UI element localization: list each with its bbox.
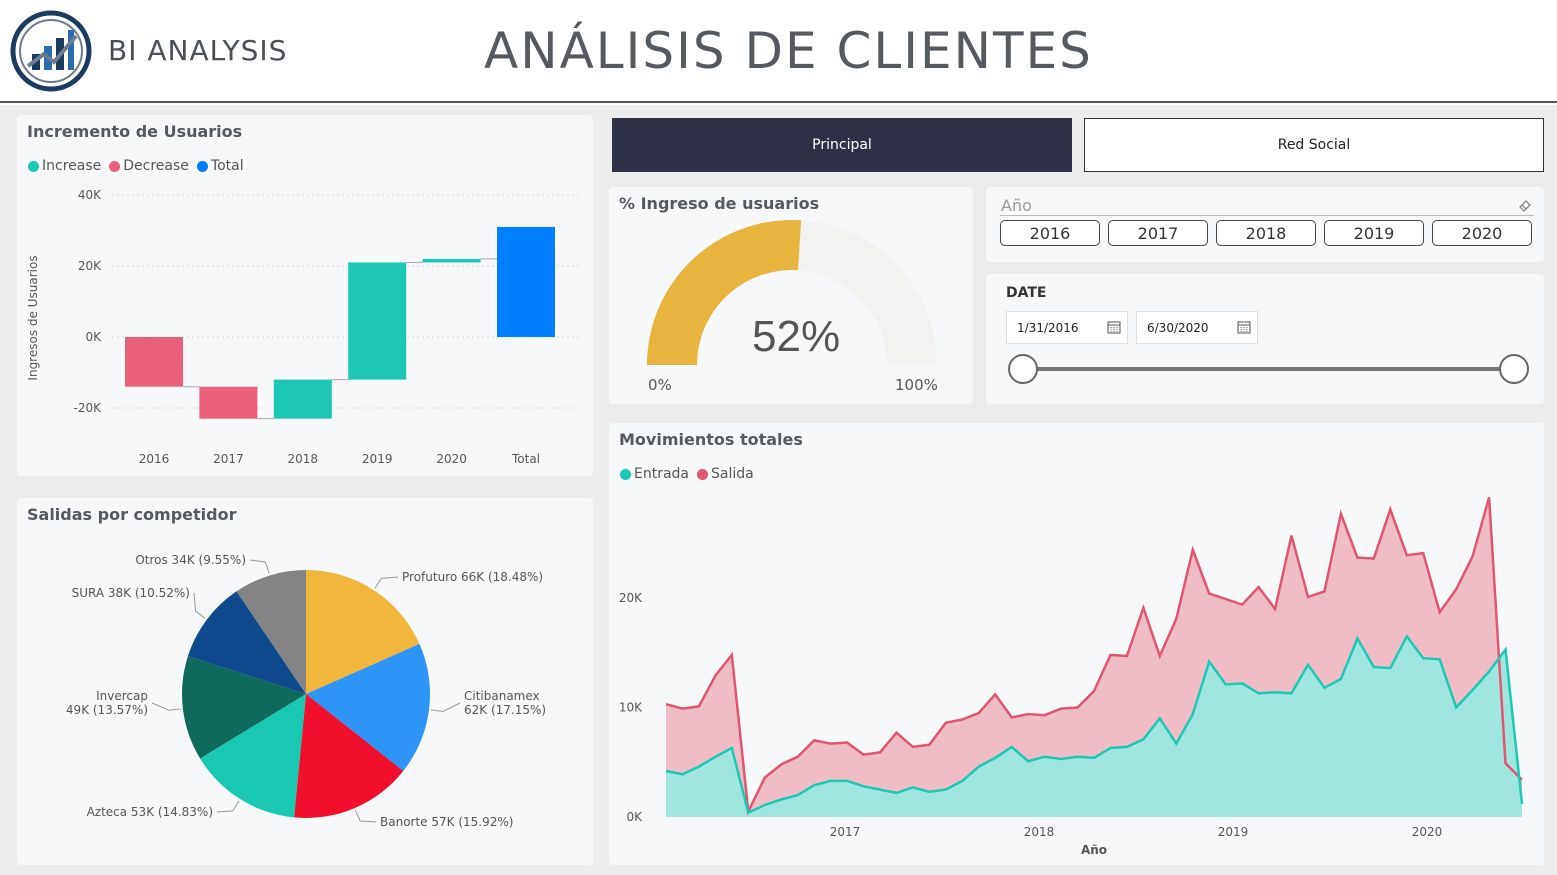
pie-leader-line [354,809,377,823]
pie-chart: Profuturo 66K (18.48%) Citibanamex 62K (17… [66,553,546,829]
legend-item-entrada: Entrada [620,466,689,482]
x-tick-label: 2016 [139,452,170,466]
gauge-chart [647,220,937,365]
date-range-end-handle[interactable] [1499,354,1529,384]
x-tick-label: 2017 [830,825,861,839]
legend-item-total: Total [196,158,244,174]
pie-label-invercap: Invercap 49K (13.57%) [66,689,148,717]
x-tick-label: 2018 [1024,825,1055,839]
date-slicer-title: DATE [1006,285,1047,301]
x-axis-label: Año [1081,843,1107,857]
pie-leader-line [374,576,399,589]
area-legend: Entrada Salida [620,466,754,482]
waterfall-bar-Total [497,226,555,337]
x-tick-label: 2020 [436,452,467,466]
gauge-max-label: 100% [895,376,938,394]
y-tick-label: -20K [74,401,103,415]
pie-leader-line [193,592,206,619]
gauge-min-label: 0% [648,376,672,394]
page-title: ANÁLISIS DE CLIENTES [484,22,1093,80]
legend-item-decrease: Decrease [109,158,189,174]
waterfall-bar-2018 [273,379,332,419]
gauge-title: % Ingreso de usuarios [619,194,820,213]
waterfall-title: Incremento de Usuarios [27,122,243,141]
waterfall-chart: 40K 20K 0K -20K Ingresos de Usuarios 2016 2017… [26,188,582,466]
x-tick-label: Total [511,452,540,466]
pie-leader-line [216,800,240,813]
pie-label-profuturo: Profuturo 66K (18.48%) [402,570,543,584]
calendar-icon[interactable] [1237,320,1251,334]
brand-name: BI ANALYSIS [108,34,288,67]
legend-item-increase: Increase [28,158,101,174]
x-tick-label: 2018 [288,452,319,466]
bi-analysis-logo [10,10,92,92]
x-tick-label: 2017 [213,452,244,466]
red-social-button[interactable]: Red Social [1084,118,1544,172]
pie-label-otros: Otros 34K (9.55%) [135,553,246,567]
year-button-2016[interactable]: 2016 [1000,220,1100,246]
gauge-value: 52% [752,312,841,361]
x-tick-label: 2019 [362,452,393,466]
date-range-start-handle[interactable] [1008,354,1038,384]
date-start-input[interactable]: 1/31/2016 [1006,311,1128,344]
year-slicer-underline [1000,215,1534,216]
area-title: Movimientos totales [619,430,803,449]
date-range-track [1022,367,1514,371]
eraser-icon[interactable] [1518,198,1532,212]
year-button-2020[interactable]: 2020 [1432,220,1532,246]
waterfall-bar-2017 [199,386,258,419]
y-tick-label: 40K [78,188,102,202]
waterfall-bar-2020 [422,258,481,263]
year-slicer-title: Año [1001,196,1032,215]
pie-label-azteca: Azteca 53K (14.83%) [87,805,213,819]
y-tick-label: 0K [85,330,102,344]
date-end-value: 6/30/2020 [1147,320,1209,335]
waterfall-legend: Increase Decrease Total [28,158,244,174]
y-tick-label: 0K [626,810,643,824]
year-button-2017[interactable]: 2017 [1108,220,1208,246]
pie-label-sura: SURA 38K (10.52%) [72,586,190,600]
y-tick-label: 20K [619,591,643,605]
legend-item-salida: Salida [697,466,754,482]
header-bar: BI ANALYSIS ANÁLISIS DE CLIENTES [0,0,1557,103]
pie-title: Salidas por competidor [27,505,237,524]
pie-label-banorte: Banorte 57K (15.92%) [380,815,513,829]
x-tick-label: 2019 [1218,825,1249,839]
waterfall-bar-2019 [348,262,407,380]
pie-leader-line [249,559,270,574]
year-button-2018[interactable]: 2018 [1216,220,1316,246]
x-tick-label: 2020 [1412,825,1443,839]
year-button-2019[interactable]: 2019 [1324,220,1424,246]
pie-label-citibanamex: Citibanamex 62K (17.15%) [464,689,546,717]
y-axis-label: Ingresos de Usuarios [26,255,40,380]
pie-leader-line [151,702,181,711]
y-tick-label: 20K [78,259,102,273]
date-start-value: 1/31/2016 [1017,320,1079,335]
y-tick-label: 10K [619,701,643,715]
principal-button[interactable]: Principal [612,118,1072,172]
date-end-input[interactable]: 6/30/2020 [1136,311,1258,344]
area-chart: 20K 10K 0K 2017 2018 2019 2020 Año [619,496,1524,857]
waterfall-bar-2016 [125,337,183,387]
calendar-icon[interactable] [1107,320,1121,334]
pie-leader-line [430,702,461,713]
